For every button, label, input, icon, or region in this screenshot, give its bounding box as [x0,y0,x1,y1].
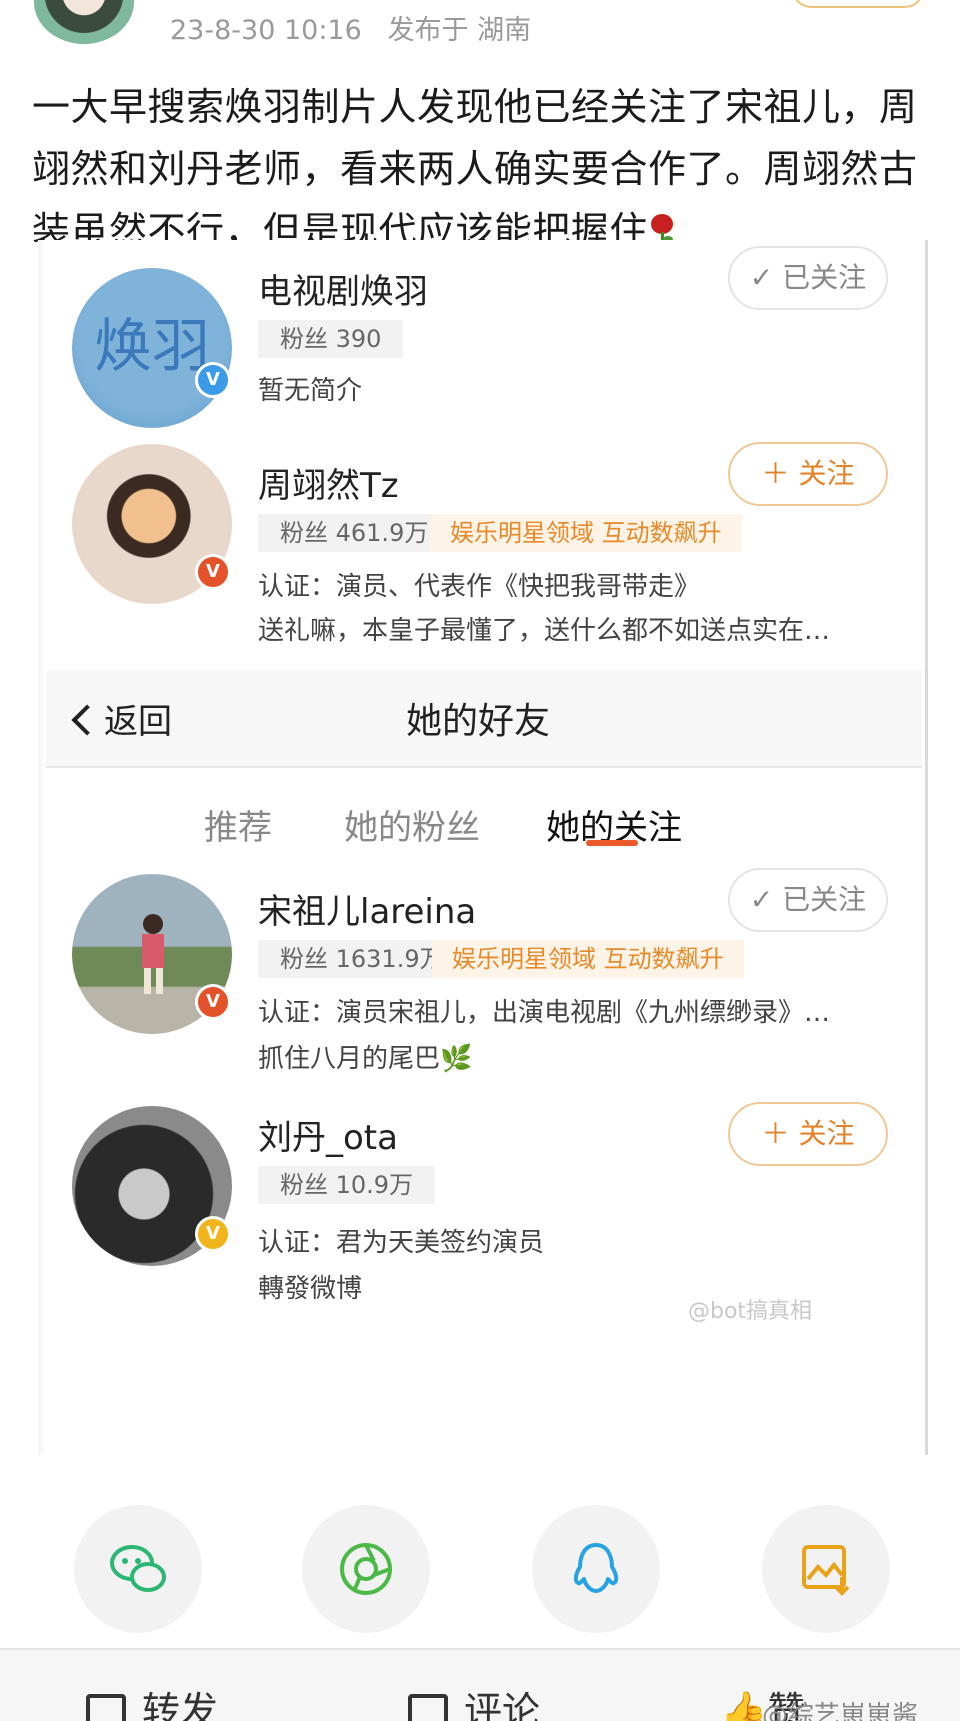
repost-button[interactable]: 转发 [86,1680,218,1721]
follow-pill-button[interactable] [792,0,924,8]
user-name[interactable]: 刘丹_ota [258,1110,398,1159]
comment-button[interactable]: 评论 [408,1680,540,1721]
active-tab-indicator [586,840,638,846]
back-button[interactable]: 返回 [71,694,172,743]
post-text: 一大早搜索焕羽制片人发现他已经关注了宋祖儿，周翊然和刘丹老师，看来两人确实要合作… [32,85,918,253]
share-row [0,1505,960,1645]
user-card[interactable]: 焕羽 V 电视剧焕羽 粉丝 390 暂无简介 ✓ 已关注 [38,240,928,430]
user-name[interactable]: 宋祖儿lareina [258,884,476,933]
trend-tag: 娱乐明星领域 互动数飙升 [430,514,742,552]
plus-icon: ＋ [761,1117,799,1150]
check-icon: ✓ [749,261,783,294]
verified-badge-icon: V [195,554,231,590]
save-image-icon [802,1545,850,1596]
save-image-button[interactable] [762,1505,890,1633]
user-desc: 抓住八月的尾巴🌿 [258,1044,473,1074]
user-cert: 认证：君为天美签约演员 [258,1228,545,1258]
leaf-emoji-icon: 🌿 [440,1044,473,1074]
nav-bar: 返回 她的好友 [46,670,922,768]
user-card[interactable]: V 宋祖儿lareina 粉丝 1631.9万 娱乐明星领域 互动数飙升 认证：… [38,860,928,1090]
chevron-left-icon [71,704,103,736]
user-name[interactable]: 周翊然Tz [258,458,399,507]
share-qq-button[interactable] [532,1505,660,1633]
post-body: 一大早搜索焕羽制片人发现他已经关注了宋祖儿，周翊然和刘丹老师，看来两人确实要合作… [32,76,937,262]
avatar-calligraphy-icon: 焕羽 [94,312,210,380]
verified-badge-icon: V [195,984,231,1020]
tab-recommend[interactable]: 推荐 [204,800,272,849]
follow-button[interactable]: ＋ 关注 [728,1102,888,1166]
avatar[interactable]: 焕羽 [72,268,232,428]
comment-icon [408,1694,448,1721]
user-desc: 送礼嘛，本皇子最懂了，送什么都不如送点实在… [258,616,831,646]
share-moments-button[interactable] [302,1505,430,1633]
brand-watermark: @综艺崽崽酱 [762,1701,919,1721]
thumbs-up-icon: 👍 [720,1689,768,1721]
user-desc: 轉發微博 [258,1274,363,1304]
verified-badge-icon: V [195,1216,231,1252]
user-cert: 认证：演员、代表作《快把我哥带走》 [258,572,701,602]
user-name[interactable]: 电视剧焕羽 [258,264,428,313]
tab-her-fans[interactable]: 她的粉丝 [344,800,480,849]
followed-button[interactable]: ✓ 已关注 [728,868,888,932]
post-header: 23-8-30 10:16 发布于 湖南 [0,0,960,50]
post-meta: 23-8-30 10:16 发布于 湖南 [170,15,532,46]
fans-count: 粉丝 390 [258,320,404,358]
trend-tag: 娱乐明星领域 互动数飙升 [432,940,744,978]
moments-icon [340,1543,392,1595]
poster-avatar[interactable] [34,0,134,44]
user-cert: 认证：演员宋祖儿，出演电视剧《九州缥缈录》… [258,998,831,1028]
svg-text:焕羽: 焕羽 [94,312,210,380]
watermark: @bot搞真相 [688,1299,813,1324]
fans-count: 粉丝 10.9万 [258,1166,436,1204]
qq-icon [573,1543,619,1593]
user-desc: 暂无简介 [258,376,363,406]
fans-count: 粉丝 461.9万 [258,514,451,552]
check-icon: ✓ [749,883,783,916]
page-title: 她的好友 [406,701,551,742]
verified-badge-icon: V [195,362,231,398]
share-wechat-button[interactable] [74,1505,202,1633]
user-card[interactable]: V 周翊然Tz 粉丝 461.9万 娱乐明星领域 互动数飙升 认证：演员、代表作… [38,430,928,670]
wechat-icon [110,1545,166,1592]
follow-button[interactable]: ＋ 关注 [728,442,888,506]
followed-button[interactable]: ✓ 已关注 [728,246,888,310]
embedded-screenshot: 焕羽 V 电视剧焕羽 粉丝 390 暂无简介 ✓ 已关注 V 周翊然Tz 粉丝 … [38,240,928,1455]
plus-icon: ＋ [761,457,799,490]
repost-icon [86,1694,126,1721]
